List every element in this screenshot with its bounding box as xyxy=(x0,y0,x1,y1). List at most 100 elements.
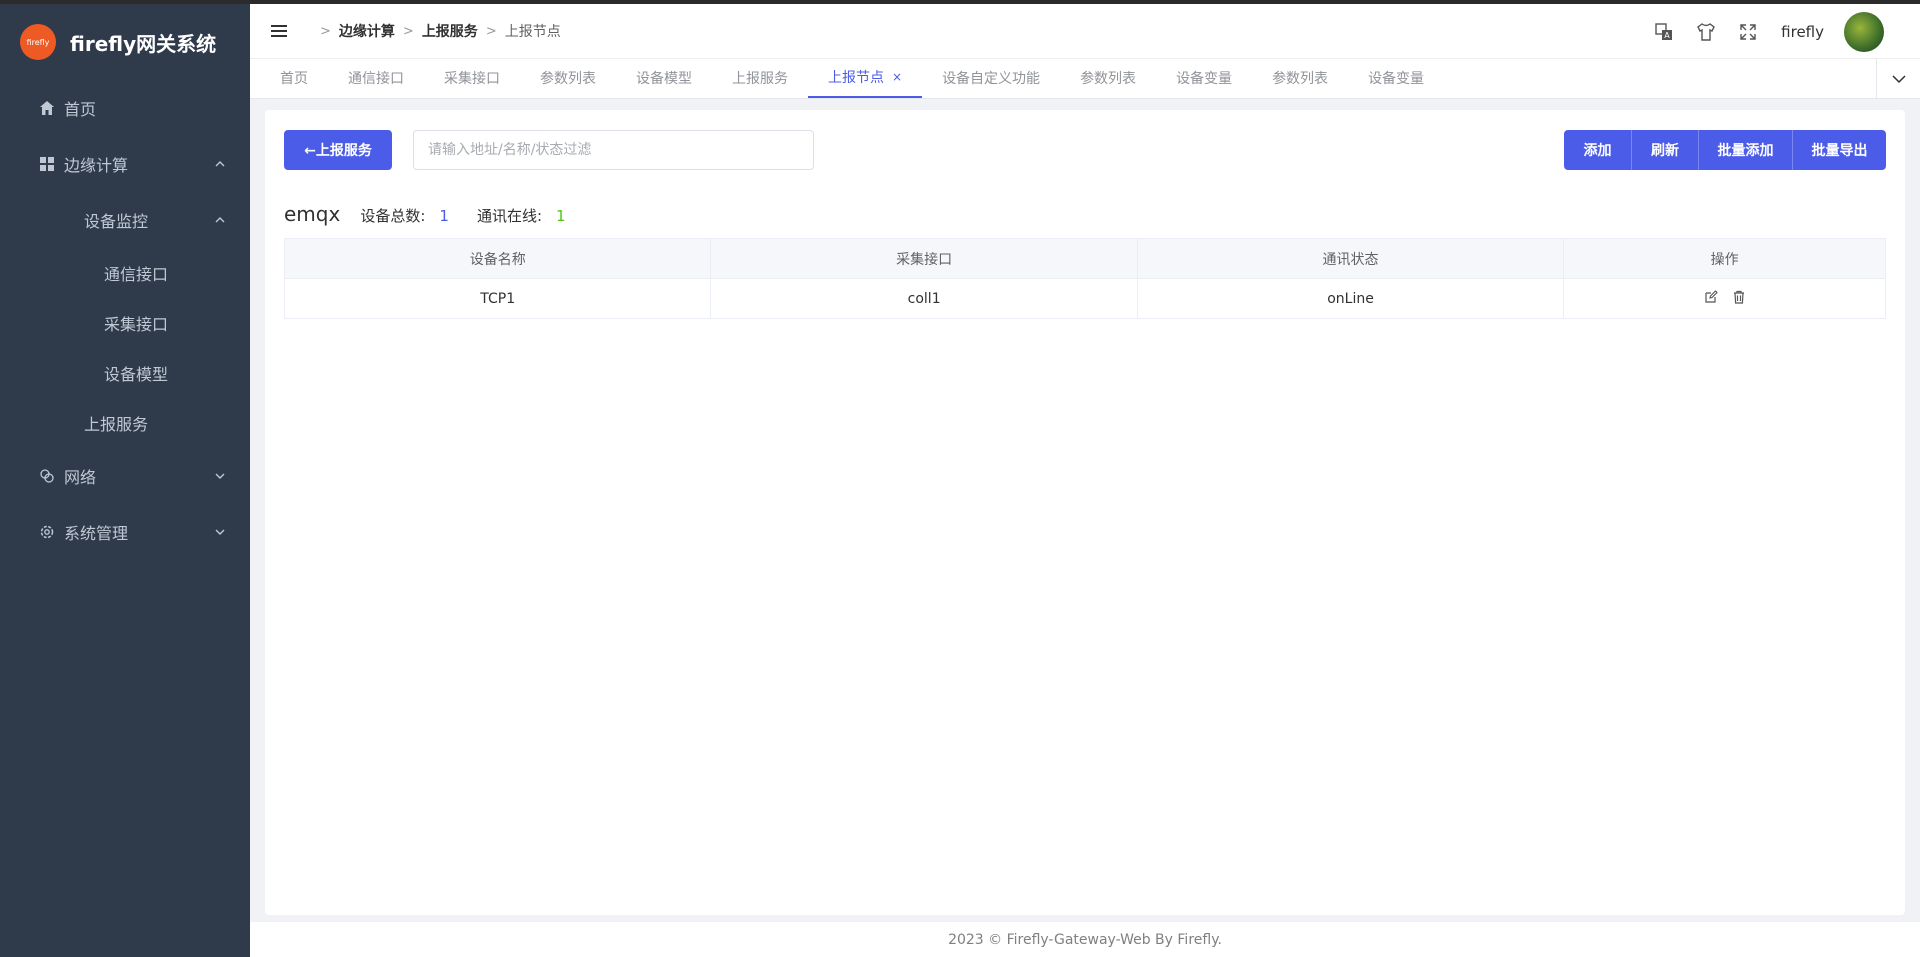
hamburger-icon[interactable] xyxy=(268,20,290,42)
sidebar-item-label: 边缘计算 xyxy=(64,156,129,175)
chevron-up-icon xyxy=(215,161,225,167)
sidebar-item-label: 通信接口 xyxy=(104,265,169,284)
tab-label: 参数列表 xyxy=(540,71,596,87)
tab-label: 设备变量 xyxy=(1368,71,1425,87)
column-header: 操作 xyxy=(1563,238,1886,279)
tab-report[interactable]: 上报服务 xyxy=(712,58,808,98)
sidebar: firefly firefly网关系统 首页 边缘计算 设备监控 通信接口 采集… xyxy=(0,4,250,957)
sidebar-item-label: 上报服务 xyxy=(84,415,149,434)
chevron-right-icon: > xyxy=(402,23,414,39)
grid-icon xyxy=(38,155,56,173)
chevron-down-icon xyxy=(1891,75,1906,84)
sidebar-item-model[interactable]: 设备模型 xyxy=(0,348,250,398)
sidebar-item-label: 网络 xyxy=(64,468,97,487)
back-button[interactable]: ←上报服务 xyxy=(284,130,392,170)
sidebar-item-edge[interactable]: 边缘计算 xyxy=(0,136,250,192)
tabs-bar: 首页 通信接口 采集接口 参数列表 设备模型 上报服务 上报节点 × 设备自定义功… xyxy=(250,59,1920,99)
table-row: TCP1 coll1 onLine xyxy=(283,278,1886,319)
breadcrumb-item[interactable]: 上报服务 xyxy=(422,21,478,41)
header: > 边缘计算 > 上报服务 > 上报节点 A firefly xyxy=(250,4,1920,59)
device-table: 设备名称 采集接口 通讯状态 操作 TCP1 coll1 onLine xyxy=(283,238,1886,319)
tab-model[interactable]: 设备模型 xyxy=(616,58,712,98)
tab-label: 参数列表 xyxy=(1272,71,1329,87)
avatar[interactable] xyxy=(1844,11,1884,52)
tab-params-2[interactable]: 参数列表 xyxy=(1060,58,1156,98)
tab-variables-2[interactable]: 设备变量 xyxy=(1348,58,1444,98)
footer: 2023 © Firefly-Gateway-Web By Firefly. xyxy=(250,922,1920,957)
breadcrumb-item: 上报节点 xyxy=(504,24,561,40)
tab-custom-func[interactable]: 设备自定义功能 xyxy=(922,58,1060,98)
breadcrumb-item[interactable]: 边缘计算 xyxy=(339,21,395,41)
column-header: 采集接口 xyxy=(710,238,1138,279)
close-icon[interactable]: × xyxy=(892,70,902,84)
gear-icon xyxy=(38,523,56,541)
cell-collector: coll1 xyxy=(710,278,1138,319)
app-logo: firefly xyxy=(20,24,56,60)
add-button[interactable]: 添加 xyxy=(1564,130,1631,170)
online-value: 1 xyxy=(556,207,566,225)
tab-params[interactable]: 参数列表 xyxy=(520,58,616,98)
refresh-button[interactable]: 刷新 xyxy=(1631,130,1698,170)
tab-label: 采集接口 xyxy=(444,71,500,87)
breadcrumb: > 边缘计算 > 上报服务 > 上报节点 xyxy=(312,21,561,41)
tab-label: 通信接口 xyxy=(348,71,404,87)
edit-icon[interactable] xyxy=(1704,289,1718,304)
sidebar-item-collect[interactable]: 采集接口 xyxy=(0,298,250,348)
header-actions: A firefly xyxy=(1633,4,1884,59)
tabs-dropdown[interactable] xyxy=(1876,59,1920,99)
brand[interactable]: firefly firefly网关系统 xyxy=(0,4,250,80)
tab-label: 设备变量 xyxy=(1176,71,1233,87)
sidebar-item-home[interactable]: 首页 xyxy=(0,80,250,136)
tab-label: 上报节点 xyxy=(828,70,884,86)
sidebar-item-monitor[interactable]: 设备监控 xyxy=(0,192,250,248)
home-icon xyxy=(38,99,56,117)
chevron-down-icon xyxy=(215,529,225,535)
tab-params-3[interactable]: 参数列表 xyxy=(1252,58,1348,98)
sidebar-item-label: 首页 xyxy=(64,100,97,119)
cell-device-name: TCP1 xyxy=(283,278,712,319)
tab-label: 上报服务 xyxy=(732,71,788,87)
total-value: 1 xyxy=(439,207,449,225)
column-header: 通讯状态 xyxy=(1136,238,1565,279)
chevron-right-icon: > xyxy=(485,23,497,39)
tab-label: 设备自定义功能 xyxy=(942,71,1041,87)
app-title: firefly网关系统 xyxy=(70,31,217,56)
batch-add-button[interactable]: 批量添加 xyxy=(1698,130,1792,170)
tab-report-node[interactable]: 上报节点 × xyxy=(808,58,923,98)
table-header-row: 设备名称 采集接口 通讯状态 操作 xyxy=(283,238,1886,279)
network-icon xyxy=(38,467,56,485)
tab-label: 参数列表 xyxy=(1080,71,1137,87)
cell-status: onLine xyxy=(1136,278,1565,319)
shirt-icon[interactable] xyxy=(1695,21,1717,43)
fullscreen-icon[interactable] xyxy=(1737,21,1759,43)
sidebar-item-report[interactable]: 上报服务 xyxy=(0,398,250,448)
tab-comm[interactable]: 通信接口 xyxy=(328,58,424,98)
tab-label: 首页 xyxy=(280,71,308,87)
sidebar-item-label: 设备模型 xyxy=(104,365,169,384)
chevron-down-icon xyxy=(215,473,225,479)
sidebar-item-network[interactable]: 网络 xyxy=(0,448,250,504)
tab-home[interactable]: 首页 xyxy=(260,58,328,98)
sidebar-item-comm[interactable]: 通信接口 xyxy=(0,248,250,298)
sidebar-item-system[interactable]: 系统管理 xyxy=(0,504,250,560)
action-button-group: 添加 刷新 批量添加 批量导出 xyxy=(1564,130,1886,170)
chevron-right-icon: > xyxy=(320,23,331,39)
translate-icon[interactable]: A xyxy=(1653,21,1675,43)
service-name: emqx xyxy=(284,202,341,226)
online-label: 通讯在线: xyxy=(476,207,542,225)
sidebar-item-label: 系统管理 xyxy=(64,524,129,543)
tab-label: 设备模型 xyxy=(636,71,692,87)
svg-text:A: A xyxy=(1664,31,1670,40)
filter-input[interactable] xyxy=(413,130,814,170)
stats-bar: emqx 设备总数: 1 通讯在线: 1 xyxy=(284,202,566,226)
tab-variables[interactable]: 设备变量 xyxy=(1156,58,1252,98)
column-header: 设备名称 xyxy=(283,238,712,279)
total-label: 设备总数: xyxy=(360,207,426,225)
sidebar-item-label: 采集接口 xyxy=(104,315,169,334)
batch-export-button[interactable]: 批量导出 xyxy=(1792,130,1886,170)
tab-collect[interactable]: 采集接口 xyxy=(424,58,520,98)
delete-icon[interactable] xyxy=(1732,290,1746,304)
logo-text: firefly xyxy=(26,37,50,47)
username[interactable]: firefly xyxy=(1781,23,1824,41)
cell-actions xyxy=(1563,278,1886,319)
